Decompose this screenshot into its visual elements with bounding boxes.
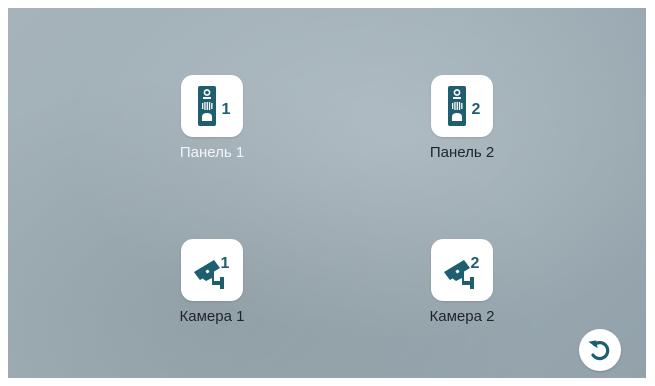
back-button[interactable]	[579, 329, 621, 371]
tile-panel-1[interactable]: 1 Панель 1	[147, 75, 277, 162]
panel-2-button[interactable]: 2	[431, 75, 493, 137]
tile-camera-2[interactable]: 2 Камера 2	[397, 239, 527, 326]
tile-panel-2[interactable]: 2 Панель 2	[397, 75, 527, 162]
tile-camera-1[interactable]: 1 Камера 1	[147, 239, 277, 326]
panel-2-label: Панель 2	[429, 144, 495, 161]
door-panel-icon: 1	[198, 86, 231, 126]
panel-number: 1	[222, 101, 231, 118]
panel-1-label: Панель 1	[179, 144, 245, 161]
door-panel-icon: 2	[448, 86, 481, 126]
intercom-screen: 1 Панель 1 2 Панель 2 1 Камера 1 2 Камер…	[8, 8, 646, 378]
camera-1-label: Камера 1	[179, 308, 245, 325]
camera-2-button[interactable]: 2	[431, 239, 493, 301]
camera-number: 2	[471, 255, 480, 272]
camera-1-button[interactable]: 1	[181, 239, 243, 301]
camera-number: 1	[221, 255, 230, 272]
panel-1-button[interactable]: 1	[181, 75, 243, 137]
panel-number: 2	[472, 101, 481, 118]
camera-2-label: Камера 2	[429, 308, 495, 325]
cctv-camera-icon: 2	[444, 255, 480, 289]
back-rotate-icon	[588, 340, 610, 361]
cctv-camera-icon: 1	[194, 255, 230, 289]
